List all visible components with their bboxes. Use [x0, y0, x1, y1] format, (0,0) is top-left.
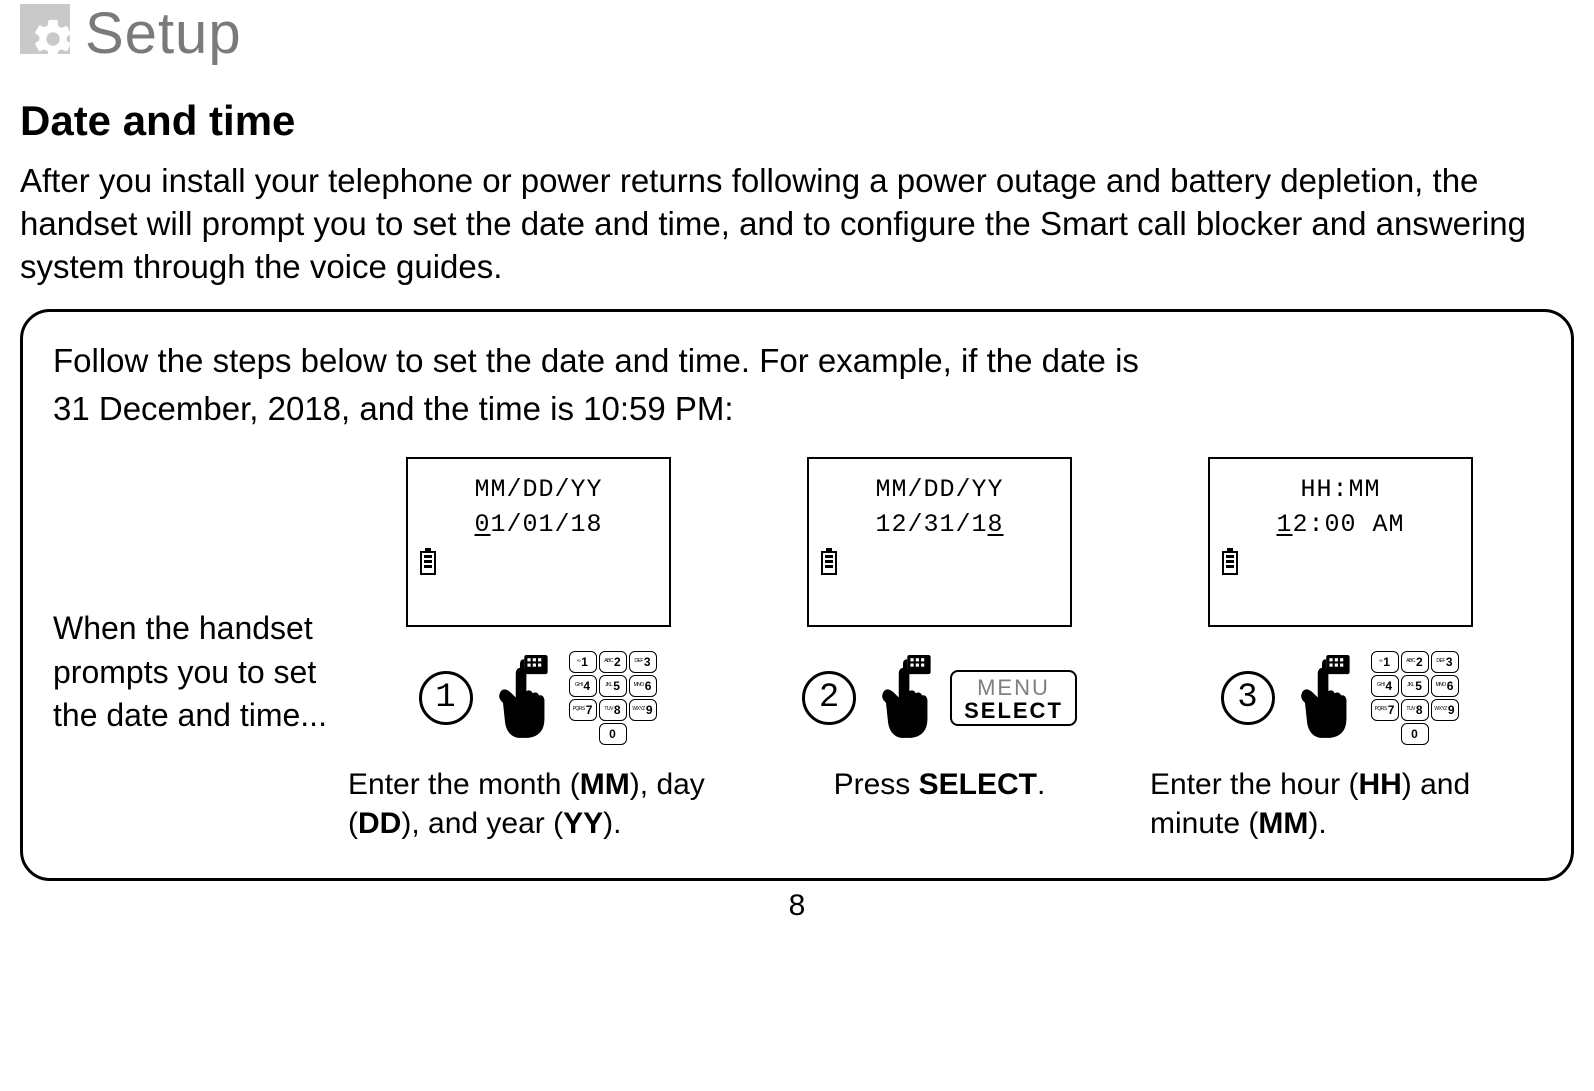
dial-keypad: ∞1ABC2DEF3 GHI4JKL5MNO6 PQRS7TUV8WXYZ90: [1369, 651, 1461, 745]
battery-icon: [1222, 551, 1238, 575]
key-4: GHI4: [1371, 675, 1399, 697]
lcd-line1: MM/DD/YY: [823, 475, 1056, 504]
press-hand-icon: [487, 655, 553, 740]
steps-container: Follow the steps below to set the date a…: [20, 309, 1574, 882]
lcd-screen: MM/DD/YY 01/01/18: [406, 457, 671, 627]
step-caption: Enter the hour (HH) and minute (MM).: [1140, 765, 1541, 843]
lcd-line2: 12/31/18: [823, 510, 1056, 539]
dial-keypad: ∞1ABC2DEF3 GHI4JKL5MNO6 PQRS7TUV8WXYZ90: [567, 651, 659, 745]
lcd-screen: MM/DD/YY 12/31/18: [807, 457, 1072, 627]
lcd-line1: MM/DD/YY: [422, 475, 655, 504]
step-number: 3: [1221, 671, 1275, 725]
key-3: DEF3: [629, 651, 657, 673]
menu-select-button: MENUSELECT: [950, 670, 1077, 726]
key-8: TUV8: [1401, 699, 1429, 721]
step-caption: Press SELECT.: [739, 765, 1140, 804]
key-0: 0: [1401, 723, 1429, 745]
intro-paragraph: After you install your telephone or powe…: [20, 160, 1574, 289]
key-1: ∞1: [569, 651, 597, 673]
lcd-line1: HH:MM: [1224, 475, 1457, 504]
key-2: ABC2: [1401, 651, 1429, 673]
page-number: 8: [20, 889, 1574, 923]
chapter-header: Setup: [20, 0, 1574, 67]
lcd-screen: HH:MM 12:00 AM: [1208, 457, 1473, 627]
prompt-text: When the handset prompts you to set the …: [53, 457, 338, 737]
key-7: PQRS7: [569, 699, 597, 721]
steps-intro: Follow the steps below to set the date a…: [53, 337, 1541, 433]
key-8: TUV8: [599, 699, 627, 721]
lcd-line2: 01/01/18: [422, 510, 655, 539]
key-6: MNO6: [1431, 675, 1459, 697]
steps-intro-line2: 31 December, 2018, and the time is 10:59…: [53, 390, 734, 427]
step-2: MM/DD/YY 12/31/18 2 MENUSELECT Press SEL…: [739, 457, 1140, 804]
press-hand-icon: [870, 655, 936, 740]
key-9: WXYZ9: [1431, 699, 1459, 721]
step-3: HH:MM 12:00 AM 3 ∞1ABC2DEF3 GHI4JKL5MNO6 P…: [1140, 457, 1541, 843]
chapter-title: Setup: [85, 0, 242, 67]
key-9: WXYZ9: [629, 699, 657, 721]
step-number: 1: [419, 671, 473, 725]
key-5: JKL5: [599, 675, 627, 697]
key-5: JKL5: [1401, 675, 1429, 697]
section-title: Date and time: [20, 97, 1574, 145]
key-4: GHI4: [569, 675, 597, 697]
step-number: 2: [802, 671, 856, 725]
key-7: PQRS7: [1371, 699, 1399, 721]
step-1: MM/DD/YY 01/01/18 1 ∞1ABC2DEF3 GHI4JKL5MN…: [338, 457, 739, 843]
steps-intro-line1: Follow the steps below to set the date a…: [53, 342, 1139, 379]
battery-icon: [821, 551, 837, 575]
key-6: MNO6: [629, 675, 657, 697]
lcd-line2: 12:00 AM: [1224, 510, 1457, 539]
key-3: DEF3: [1431, 651, 1459, 673]
press-hand-icon: [1289, 655, 1355, 740]
battery-icon: [420, 551, 436, 575]
key-1: ∞1: [1371, 651, 1399, 673]
key-0: 0: [599, 723, 627, 745]
gear-icon: [20, 4, 70, 54]
key-2: ABC2: [599, 651, 627, 673]
step-caption: Enter the month (MM), day (DD), and year…: [338, 765, 739, 843]
